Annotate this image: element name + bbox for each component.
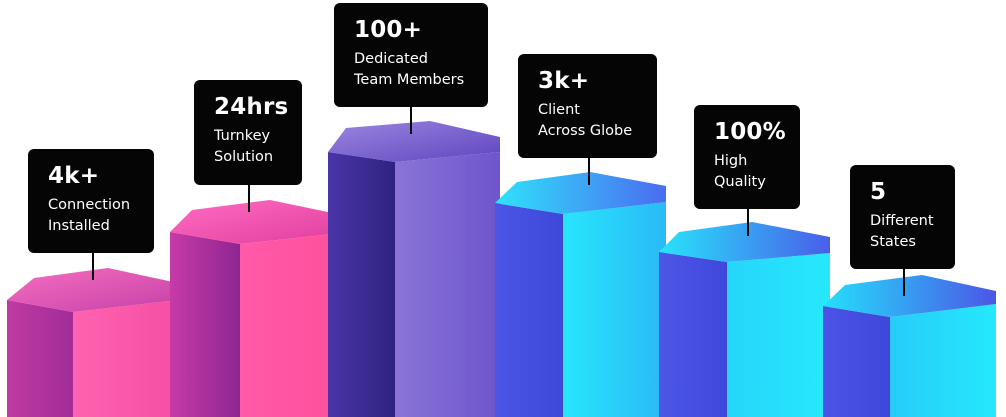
stat-label-line-1: Dedicated <box>354 51 428 67</box>
stat-label: High Quality <box>714 151 786 193</box>
stat-card-connections: 4k+ Connection Installed <box>28 149 154 253</box>
stem-1 <box>92 252 94 280</box>
stat-label-line-2: Across Globe <box>538 123 633 139</box>
stat-label: Connection Installed <box>48 195 140 237</box>
stat-card-turnkey: 24hrs Turnkey Solution <box>194 80 302 185</box>
prism-bar-6 <box>823 275 996 417</box>
stat-label-line-2: Quality <box>714 174 766 190</box>
stat-label: Dedicated Team Members <box>354 49 474 91</box>
stat-label-line-1: Connection <box>48 197 131 213</box>
stem-4 <box>588 157 590 185</box>
prism-bar-1 <box>7 268 178 417</box>
stat-label-line-1: Client <box>538 102 580 118</box>
stem-3 <box>410 106 412 134</box>
stat-label-line-1: Different <box>870 213 934 229</box>
stat-value: 4k+ <box>48 163 100 189</box>
prism-bar-4 <box>495 172 666 417</box>
stat-label: Turnkey Solution <box>214 126 288 168</box>
stat-value: 100% <box>714 119 786 145</box>
stat-card-clients: 3k+ Client Across Globe <box>518 54 657 158</box>
stat-label-line-2: Solution <box>214 149 274 165</box>
prism-bar-5 <box>659 222 830 417</box>
stats-infographic: 4k+ Connection Installed 24hrs Turnkey S… <box>0 0 1006 417</box>
stem-2 <box>248 184 250 212</box>
stat-label: Client Across Globe <box>538 100 643 142</box>
prism-bar-3 <box>328 121 500 417</box>
prism-bar-2 <box>170 200 342 417</box>
stat-label-line-1: High <box>714 153 748 169</box>
stem-5 <box>747 208 749 236</box>
stat-card-team: 100+ Dedicated Team Members <box>334 3 488 107</box>
stat-card-quality: 100% High Quality <box>694 105 800 209</box>
stat-value: 24hrs <box>214 94 289 120</box>
stat-label-line-1: Turnkey <box>214 128 271 144</box>
stat-card-states: 5 Different States <box>850 165 955 269</box>
stem-6 <box>903 268 905 296</box>
stat-label-line-2: Team Members <box>354 72 465 88</box>
stat-value: 3k+ <box>538 68 590 94</box>
stat-value: 5 <box>870 179 887 205</box>
stat-value: 100+ <box>354 17 423 43</box>
stat-label: Different States <box>870 211 941 253</box>
stat-label-line-2: States <box>870 234 916 250</box>
stat-label-line-2: Installed <box>48 218 110 234</box>
